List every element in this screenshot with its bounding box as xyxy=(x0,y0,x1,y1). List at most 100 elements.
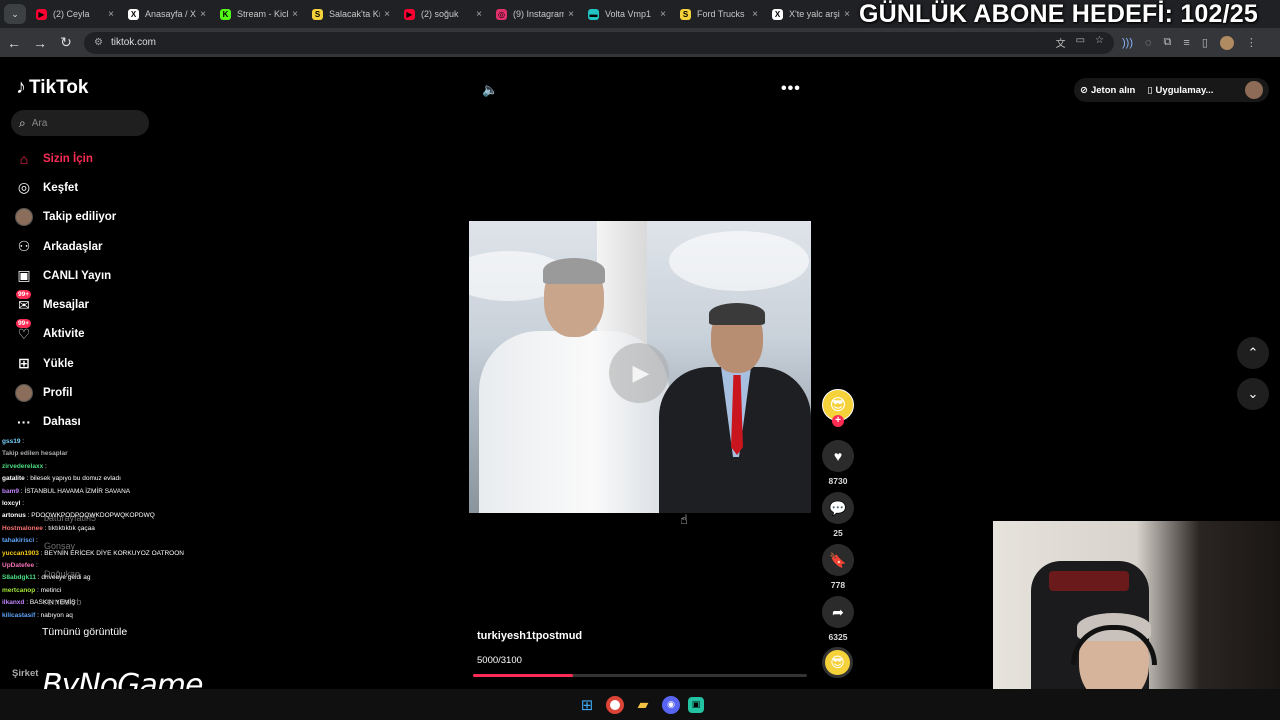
video-author[interactable]: turkiyesh1tpostmud xyxy=(477,630,582,642)
close-tab-icon[interactable]: × xyxy=(196,9,210,20)
share-icon[interactable]: ➦ xyxy=(822,596,854,628)
get-app-button[interactable]: ▯ Uygulamay... xyxy=(1147,85,1213,96)
close-tab-icon[interactable]: × xyxy=(472,9,486,20)
browser-tab[interactable]: K Stream - Kick × xyxy=(210,0,302,28)
chat-message: bam9 : İSTANBUL HAVAMA İZMİR SAVANA xyxy=(2,486,242,498)
omnibox-actions: 文 ▭ ☆ xyxy=(1056,35,1114,50)
video-progress-bar[interactable] xyxy=(473,674,807,677)
close-tab-icon[interactable]: × xyxy=(748,9,762,20)
reading-list-icon[interactable]: ≡ xyxy=(1183,37,1189,49)
browser-tab[interactable]: ▬ Volta Vmp1 × xyxy=(578,0,670,28)
video-progress-fill xyxy=(473,674,574,677)
chat-text: : İSTANBUL HAVAMA İZMİR SAVANA xyxy=(20,487,131,495)
audio-icon[interactable]: ))) xyxy=(1122,37,1133,49)
chat-username: ilkanxd xyxy=(2,599,25,607)
video-player[interactable]: ▶ xyxy=(469,221,811,513)
tab-label: Stream - Kick xyxy=(237,9,288,19)
search-box[interactable]: ⌕ xyxy=(11,110,149,136)
chat-username: S8abdgk11 xyxy=(2,574,36,582)
previous-video-button[interactable]: ⌃ xyxy=(1237,337,1269,369)
chat-username: artonus xyxy=(2,512,26,520)
site-info-icon[interactable]: ⚙ xyxy=(94,37,103,48)
tab-label: Anasayfa / X xyxy=(145,9,196,19)
search-input[interactable] xyxy=(31,117,132,129)
close-tab-icon[interactable]: × xyxy=(564,9,578,20)
play-icon[interactable]: ▶ xyxy=(609,343,669,403)
puzzle-icon[interactable]: ⧉ xyxy=(1164,36,1172,49)
sidebar-item-label: CANLI Yayın xyxy=(43,269,112,282)
sidebar-item-message[interactable]: ✉ 99+ Mesajlar xyxy=(14,290,164,319)
close-tab-icon[interactable]: × xyxy=(380,9,394,20)
file-explorer-icon[interactable]: ▰ xyxy=(632,694,654,716)
sidebar-item-home[interactable]: ⌂ Sizin İçin xyxy=(14,144,164,173)
sidebar-item-label: Sizin İçin xyxy=(43,152,93,165)
tab-list: ▶ (2) Ceyla × X Anasayfa / X × K Stream - Kick ×… xyxy=(26,0,854,28)
comment-count: 25 xyxy=(833,528,843,538)
more-options-icon[interactable]: ••• xyxy=(781,80,801,98)
browser-tab[interactable]: X X'te yalc arşi × xyxy=(762,0,854,28)
browser-tab[interactable]: S Ford Trucks × xyxy=(670,0,762,28)
music-disc-icon[interactable]: 😎 xyxy=(822,647,853,678)
like-action[interactable]: ♥ 8730 xyxy=(822,440,854,486)
sidebar-item-label: Keşfet xyxy=(43,181,79,194)
share-count: 6325 xyxy=(828,632,848,642)
compass-icon: ◎ xyxy=(17,179,31,196)
translate-icon[interactable]: 文 xyxy=(1056,35,1066,50)
next-video-button[interactable]: ⌄ xyxy=(1237,378,1269,410)
comment-action[interactable]: 💬 25 xyxy=(822,492,854,538)
comment-icon[interactable]: 💬 xyxy=(822,492,854,524)
chat-username: Hostmalonee xyxy=(2,524,43,532)
profile-avatar[interactable] xyxy=(1219,35,1234,50)
back-button[interactable]: ← xyxy=(2,31,26,55)
extension-icon[interactable]: ◌ xyxy=(1145,37,1152,49)
save-action[interactable]: 🔖 778 xyxy=(822,544,854,590)
follow-plus-icon[interactable]: + xyxy=(832,415,844,427)
browser-tab[interactable]: ▶ (2) soğuk × xyxy=(394,0,486,28)
cast-icon[interactable]: ▭ xyxy=(1076,35,1085,50)
sidebar-item-more[interactable]: ··· Dahası xyxy=(14,408,164,437)
app-icon[interactable]: ▣ xyxy=(688,696,704,713)
s-icon: S xyxy=(312,8,323,20)
sidebar-item-live[interactable]: ▣ CANLI Yayın xyxy=(14,261,164,290)
sidebar-item-compass[interactable]: ◎ Keşfet xyxy=(14,173,164,202)
close-tab-icon[interactable]: × xyxy=(288,9,302,20)
chat-message: yuccan1903 : BEYNİN ERİCEK DİYE KORKUYOZ… xyxy=(2,548,242,560)
address-bar[interactable]: ⚙ tiktok.com 文 ▭ ☆ xyxy=(84,31,1114,54)
browser-tab[interactable]: X Anasayfa / X × xyxy=(118,0,210,28)
save-count: 778 xyxy=(830,580,846,590)
forward-button[interactable]: → xyxy=(28,31,52,55)
sidebar-item-avatar[interactable]: Takip ediliyor xyxy=(14,203,164,232)
heart-icon[interactable]: ♥ xyxy=(822,440,854,472)
avatar-icon xyxy=(14,207,34,227)
sidebar-icon[interactable]: ▯ xyxy=(1202,36,1208,49)
sidebar-item-upload[interactable]: ⊞ Yükle xyxy=(14,349,164,378)
get-coins-button[interactable]: ⊘ Jeton alın xyxy=(1080,85,1135,96)
message-icon: ✉ 99+ xyxy=(16,290,32,313)
see-all-link[interactable]: Tümünü görüntüle xyxy=(42,626,127,638)
chrome-icon[interactable] xyxy=(606,695,624,714)
close-tab-icon[interactable]: × xyxy=(840,9,854,20)
sidebar-item-friends[interactable]: ⚇ Arkadaşlar xyxy=(14,232,164,261)
browser-tab[interactable]: S Salacak'ta Kı × xyxy=(302,0,394,28)
windows-start-icon[interactable]: ⊞ xyxy=(576,694,598,716)
tab-search-button[interactable]: ⌄ xyxy=(4,4,26,24)
tiktok-logo[interactable]: ♪ TikTok xyxy=(16,76,88,99)
reload-button[interactable]: ↻ xyxy=(54,31,78,55)
sidebar-item-activity[interactable]: ♡ 99+ Aktivite xyxy=(14,319,164,349)
profile-avatar-icon xyxy=(14,383,34,403)
bookmark-icon[interactable]: 🔖 xyxy=(822,544,854,576)
close-tab-icon[interactable]: × xyxy=(656,9,670,20)
browser-tab[interactable]: ▶ (2) Ceyla × xyxy=(26,0,118,28)
kebab-menu-icon[interactable]: ⋮ xyxy=(1246,36,1257,49)
volume-icon[interactable]: 🔈 xyxy=(482,82,498,98)
company-link[interactable]: Şirket xyxy=(12,668,38,679)
sidebar-item-profile-avatar[interactable]: Profil xyxy=(14,378,164,407)
share-action[interactable]: ➦ 6325 xyxy=(822,596,854,642)
browser-tab[interactable]: ◎ (9) Instagram × xyxy=(486,0,578,28)
bookmark-star-icon[interactable]: ☆ xyxy=(1095,35,1104,50)
tab-label: (2) Ceyla xyxy=(53,9,90,19)
chat-username: tahakirisci xyxy=(2,537,35,545)
close-tab-icon[interactable]: × xyxy=(104,9,118,20)
discord-icon[interactable]: ◉ xyxy=(662,695,680,714)
user-avatar[interactable] xyxy=(1245,81,1263,99)
